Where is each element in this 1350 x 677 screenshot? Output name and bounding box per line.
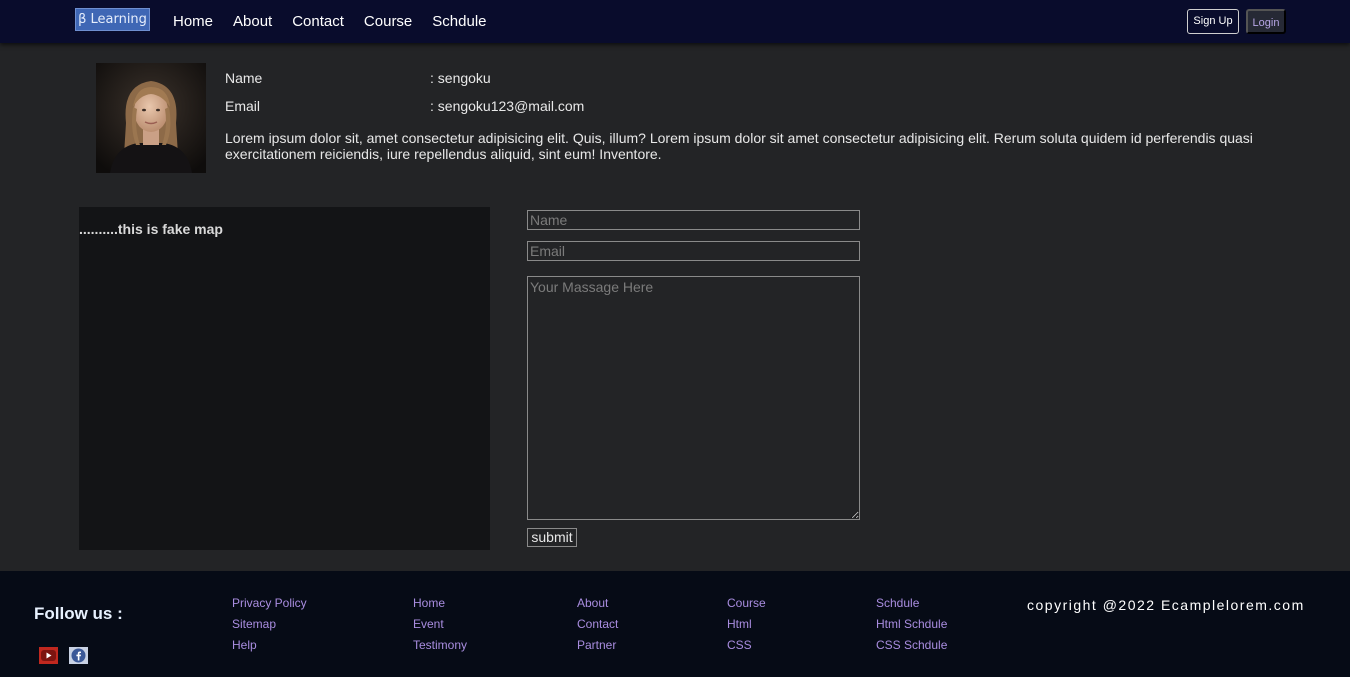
email-input[interactable] — [527, 241, 860, 261]
name-label: Name — [225, 70, 263, 86]
footer-link-course[interactable]: Course — [727, 596, 766, 617]
name-value: : sengoku — [430, 70, 491, 86]
email-value: : sengoku123@mail.com — [430, 98, 585, 114]
footer-link-privacy-policy[interactable]: Privacy Policy — [232, 596, 307, 617]
footer-link-schdule[interactable]: Schdule — [876, 596, 947, 617]
nav-link-course[interactable]: Course — [364, 13, 412, 30]
submit-button[interactable]: submit — [527, 528, 577, 547]
footer-link-css-schdule[interactable]: CSS Schdule — [876, 638, 947, 659]
footer-column-2: Home Event Testimony — [413, 596, 467, 659]
footer-column-3: About Contact Partner — [577, 596, 618, 659]
footer-link-help[interactable]: Help — [232, 638, 307, 659]
nav-link-about[interactable]: About — [233, 13, 272, 30]
footer: Follow us : Privacy Policy Sitemap Help … — [0, 571, 1350, 677]
profile-photo — [96, 63, 206, 173]
nav-links: Home About Contact Course Schdule — [173, 0, 507, 43]
copyright-text: copyright @2022 Ecamplelorem.com — [1027, 597, 1305, 613]
nav-link-home[interactable]: Home — [173, 13, 213, 30]
footer-column-1: Privacy Policy Sitemap Help — [232, 596, 307, 659]
facebook-icon[interactable] — [69, 647, 88, 664]
profile-bio: Lorem ipsum dolor sit, amet consectetur … — [225, 130, 1253, 162]
footer-link-testimony[interactable]: Testimony — [413, 638, 467, 659]
footer-link-contact[interactable]: Contact — [577, 617, 618, 638]
navbar: β Learning Home About Contact Course Sch… — [0, 0, 1350, 43]
follow-us-label: Follow us : — [34, 604, 123, 623]
footer-column-4: Course Html CSS — [727, 596, 766, 659]
footer-column-5: Schdule Html Schdule CSS Schdule — [876, 596, 947, 659]
brand-logo[interactable]: β Learning — [75, 8, 150, 31]
login-button[interactable]: Login — [1246, 9, 1286, 34]
footer-link-home[interactable]: Home — [413, 596, 467, 617]
footer-link-event[interactable]: Event — [413, 617, 467, 638]
signup-button[interactable]: Sign Up — [1187, 9, 1239, 34]
message-textarea[interactable] — [527, 276, 860, 520]
fake-map: ..........this is fake map — [79, 207, 490, 550]
map-placeholder-text: ..........this is fake map — [79, 221, 223, 237]
nav-link-contact[interactable]: Contact — [292, 13, 344, 30]
youtube-icon[interactable] — [39, 647, 58, 664]
email-label: Email — [225, 98, 261, 114]
nav-link-schdule[interactable]: Schdule — [432, 13, 486, 30]
footer-link-sitemap[interactable]: Sitemap — [232, 617, 307, 638]
footer-link-html-schdule[interactable]: Html Schdule — [876, 617, 947, 638]
name-input[interactable] — [527, 210, 860, 230]
footer-link-html[interactable]: Html — [727, 617, 766, 638]
footer-link-partner[interactable]: Partner — [577, 638, 618, 659]
footer-link-about[interactable]: About — [577, 596, 618, 617]
footer-link-css[interactable]: CSS — [727, 638, 766, 659]
